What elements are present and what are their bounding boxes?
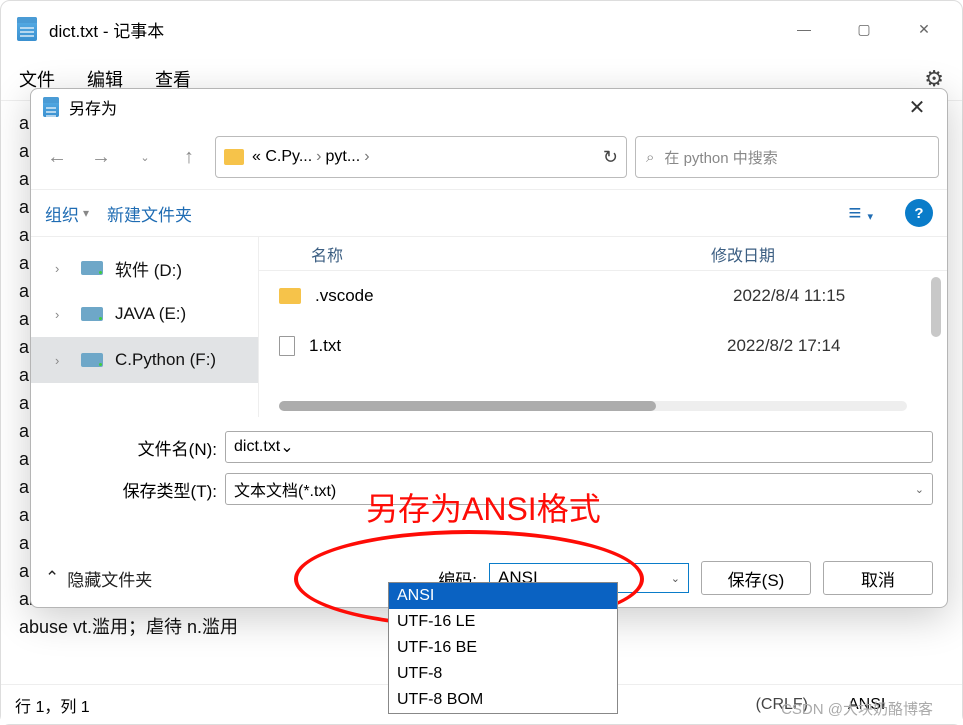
encoding-option[interactable]: UTF-16 LE bbox=[389, 609, 617, 635]
close-button[interactable]: ✕ bbox=[894, 9, 954, 49]
tree-item[interactable]: › 软件 (D:) bbox=[31, 245, 258, 291]
chevron-down-icon[interactable]: ⌄ bbox=[915, 483, 924, 496]
refresh-icon[interactable]: ↻ bbox=[603, 147, 618, 168]
horizontal-scrollbar[interactable] bbox=[279, 401, 907, 411]
scrollbar-thumb[interactable] bbox=[279, 401, 656, 411]
dialog-toolbar: 组织▾ 新建文件夹 ≡ ▾ ? bbox=[31, 189, 947, 237]
filetype-value: 文本文档(*.txt) bbox=[234, 477, 336, 501]
dialog-nav: ← → ⌄ ↑ « C.Py... › pyt... › ↻ ⌕ 在 pytho… bbox=[31, 125, 947, 189]
notepad-icon bbox=[17, 17, 37, 41]
hide-folders-toggle[interactable]: ⌃ 隐藏文件夹 bbox=[45, 566, 152, 591]
tree-label: 软件 (D:) bbox=[115, 256, 182, 281]
file-row[interactable]: 1.txt 2022/8/2 17:14 bbox=[259, 321, 947, 371]
filename-value: dict.txt bbox=[234, 438, 280, 456]
nav-forward-button[interactable]: → bbox=[83, 139, 119, 175]
save-button[interactable]: 保存(S) bbox=[701, 561, 811, 595]
fileview-header: 名称 修改日期 bbox=[259, 237, 947, 271]
nav-dropdown-icon[interactable]: ⌄ bbox=[127, 139, 163, 175]
organize-button[interactable]: 组织▾ bbox=[45, 201, 89, 226]
view-button[interactable]: ≡ ▾ bbox=[849, 200, 873, 226]
drive-icon bbox=[81, 261, 103, 275]
dialog-titlebar: 另存为 ✕ bbox=[31, 89, 947, 125]
file-date: 2022/8/2 17:14 bbox=[727, 336, 840, 356]
chevron-down-icon: ▾ bbox=[83, 206, 89, 220]
nav-up-button[interactable]: ↑ bbox=[171, 139, 207, 175]
chevron-right-icon: › bbox=[55, 353, 69, 368]
fileview[interactable]: 名称 修改日期 .vscode 2022/8/4 11:15 1.txt 202… bbox=[259, 237, 947, 417]
maximize-button[interactable]: ▢ bbox=[834, 9, 894, 49]
chevron-up-icon: ⌃ bbox=[45, 568, 59, 588]
search-input[interactable]: ⌕ 在 python 中搜索 bbox=[635, 136, 939, 178]
column-name[interactable]: 名称 bbox=[311, 242, 711, 266]
chevron-right-icon: › bbox=[55, 261, 69, 276]
encoding-dropdown[interactable]: ANSIUTF-16 LEUTF-16 BEUTF-8UTF-8 BOM bbox=[388, 582, 618, 714]
filename-label: 文件名(N): bbox=[45, 435, 225, 460]
tree-item[interactable]: › C.Python (F:) bbox=[31, 337, 258, 383]
file-browser: › 软件 (D:)› JAVA (E:)› C.Python (F:) 名称 修… bbox=[31, 237, 947, 417]
window-title: dict.txt - 记事本 bbox=[49, 17, 164, 42]
file-icon bbox=[279, 336, 295, 356]
file-row[interactable]: .vscode 2022/8/4 11:15 bbox=[259, 271, 947, 321]
encoding-option[interactable]: UTF-8 bbox=[389, 661, 617, 687]
search-icon: ⌕ bbox=[646, 149, 654, 166]
chevron-right-icon: › bbox=[55, 307, 69, 322]
notepad-icon bbox=[43, 97, 59, 117]
breadcrumb-sep: › bbox=[364, 148, 369, 166]
search-placeholder: 在 python 中搜索 bbox=[664, 147, 777, 168]
nav-back-button[interactable]: ← bbox=[39, 139, 75, 175]
filename-input[interactable]: dict.txt ⌄ bbox=[225, 431, 933, 463]
chevron-down-icon: ⌄ bbox=[671, 572, 680, 585]
vertical-scrollbar[interactable] bbox=[931, 277, 941, 337]
help-button[interactable]: ? bbox=[905, 199, 933, 227]
drive-icon bbox=[81, 307, 103, 321]
folder-icon bbox=[279, 288, 301, 304]
breadcrumb-seg[interactable]: pyt... bbox=[326, 148, 361, 166]
tree-label: C.Python (F:) bbox=[115, 350, 216, 370]
file-date: 2022/8/4 11:15 bbox=[733, 286, 845, 306]
encoding-option[interactable]: ANSI bbox=[389, 583, 617, 609]
breadcrumb-sep: › bbox=[316, 148, 321, 166]
annotation-text: 另存为ANSI格式 bbox=[366, 484, 601, 530]
window-controls: — ▢ ✕ bbox=[774, 9, 954, 49]
breadcrumb-seg[interactable]: « C.Py... bbox=[252, 148, 312, 166]
drive-icon bbox=[81, 353, 103, 367]
new-folder-button[interactable]: 新建文件夹 bbox=[107, 201, 192, 226]
file-name: .vscode bbox=[315, 286, 733, 306]
file-name: 1.txt bbox=[309, 336, 727, 356]
dialog-close-button[interactable]: ✕ bbox=[897, 95, 937, 120]
watermark: CSDN @大块奶酪博客 bbox=[781, 698, 933, 719]
column-date[interactable]: 修改日期 bbox=[711, 242, 775, 266]
cancel-button[interactable]: 取消 bbox=[823, 561, 933, 595]
chevron-down-icon[interactable]: ⌄ bbox=[280, 437, 293, 457]
filetype-label: 保存类型(T): bbox=[45, 477, 225, 502]
tree-item[interactable]: › JAVA (E:) bbox=[31, 291, 258, 337]
dialog-title: 另存为 bbox=[69, 95, 117, 119]
tree-label: JAVA (E:) bbox=[115, 304, 186, 324]
encoding-option[interactable]: UTF-16 BE bbox=[389, 635, 617, 661]
treeview[interactable]: › 软件 (D:)› JAVA (E:)› C.Python (F:) bbox=[31, 237, 259, 417]
main-titlebar: dict.txt - 记事本 — ▢ ✕ bbox=[1, 1, 962, 57]
folder-icon bbox=[224, 149, 244, 165]
breadcrumb[interactable]: « C.Py... › pyt... › ↻ bbox=[215, 136, 627, 178]
minimize-button[interactable]: — bbox=[774, 9, 834, 49]
encoding-option[interactable]: UTF-8 BOM bbox=[389, 687, 617, 713]
